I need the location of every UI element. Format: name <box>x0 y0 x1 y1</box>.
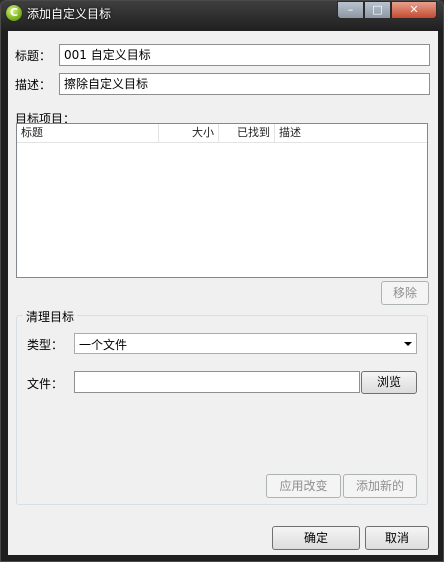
target-items-list[interactable]: 标题 大小 已找到 描述 <box>16 123 428 278</box>
window-title: 添加自定义目标 <box>27 7 112 21</box>
ok-button[interactable]: 确定 <box>272 526 360 550</box>
column-header-title[interactable]: 标题 <box>17 124 159 142</box>
dropdown-arrow-icon <box>404 342 412 346</box>
minimize-icon: – <box>347 3 354 16</box>
column-header-description[interactable]: 描述 <box>275 124 427 142</box>
dialog-body: 标题： 001 自定义目标 描述： 擦除自定义目标 目标项目： 标题 大小 已找… <box>8 31 438 555</box>
type-label: 类型： <box>27 338 64 352</box>
file-label: 文件： <box>27 377 64 391</box>
type-dropdown-value: 一个文件 <box>79 338 128 352</box>
list-header: 标题 大小 已找到 描述 <box>17 124 427 143</box>
apply-changes-button[interactable]: 应用改变 <box>266 474 341 498</box>
app-logo-icon <box>6 5 22 21</box>
add-new-button[interactable]: 添加新的 <box>343 474 417 498</box>
remove-button[interactable]: 移除 <box>381 281 429 305</box>
title-input[interactable]: 001 自定义目标 <box>59 44 430 66</box>
column-header-found[interactable]: 已找到 <box>219 124 275 142</box>
type-dropdown[interactable]: 一个文件 <box>74 333 417 354</box>
close-button[interactable]: ✕ <box>391 1 437 19</box>
minimize-button[interactable]: – <box>337 1 364 19</box>
maximize-icon: □ <box>372 3 383 16</box>
column-header-size[interactable]: 大小 <box>159 124 219 142</box>
maximize-button[interactable]: □ <box>364 1 391 19</box>
browse-button[interactable]: 浏览 <box>361 371 417 394</box>
close-icon: ✕ <box>409 3 419 16</box>
cancel-button[interactable]: 取消 <box>365 526 429 550</box>
clean-target-group-title: 清理目标 <box>23 308 78 325</box>
title-label: 标题： <box>15 49 52 63</box>
description-label: 描述： <box>15 78 52 92</box>
file-path-input[interactable] <box>74 371 360 393</box>
description-input[interactable]: 擦除自定义目标 <box>59 73 430 95</box>
dialog-window: 添加自定义目标 – □ ✕ 标题： 001 自定义目标 描述： 擦除自定义目标 … <box>0 0 444 562</box>
